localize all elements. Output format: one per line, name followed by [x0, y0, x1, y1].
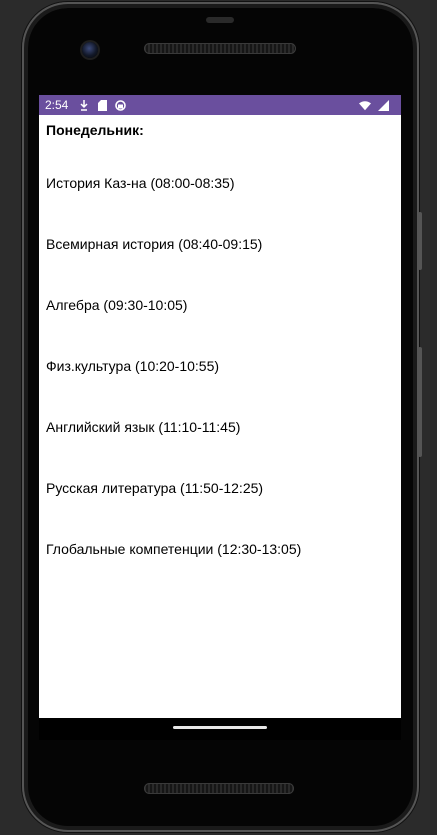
volume-button [418, 347, 422, 457]
home-gesture-handle[interactable] [173, 726, 267, 729]
status-bar: 2:54 [39, 95, 401, 115]
lesson-item: Алгебра (09:30-10:05) [46, 297, 188, 313]
wifi-icon [359, 99, 371, 111]
lesson-item: Физ.культура (10:20-10:55) [46, 358, 220, 374]
download-arrow-icon [78, 99, 90, 111]
front-camera [82, 42, 98, 58]
navigation-bar [39, 718, 401, 740]
sync-circle-icon [114, 99, 126, 111]
power-button [418, 212, 422, 270]
lesson-item: История Каз-на (08:00-08:35) [46, 175, 235, 191]
bottom-speaker [144, 783, 294, 794]
app-screen: 2:54 Понедельник: История Каз-на (08:00-… [39, 95, 401, 718]
earpiece-speaker [144, 43, 296, 54]
lesson-list: История Каз-на (08:00-08:35) Всемирная и… [46, 138, 394, 557]
lesson-item: Глобальные компетенции (12:30-13:05) [46, 541, 302, 557]
lesson-item: Русская литература (11:50-12:25) [46, 480, 264, 496]
sd-card-icon [96, 99, 108, 111]
lesson-item: Всемирная история (08:40-09:15) [46, 236, 263, 252]
signal-icon [377, 99, 389, 111]
sensor-slot [206, 17, 234, 23]
status-time: 2:54 [45, 98, 69, 112]
schedule-content: Понедельник: История Каз-на (08:00-08:35… [39, 115, 401, 557]
lesson-item: Английский язык (11:10-11:45) [46, 419, 241, 435]
day-title: Понедельник: [46, 122, 144, 138]
